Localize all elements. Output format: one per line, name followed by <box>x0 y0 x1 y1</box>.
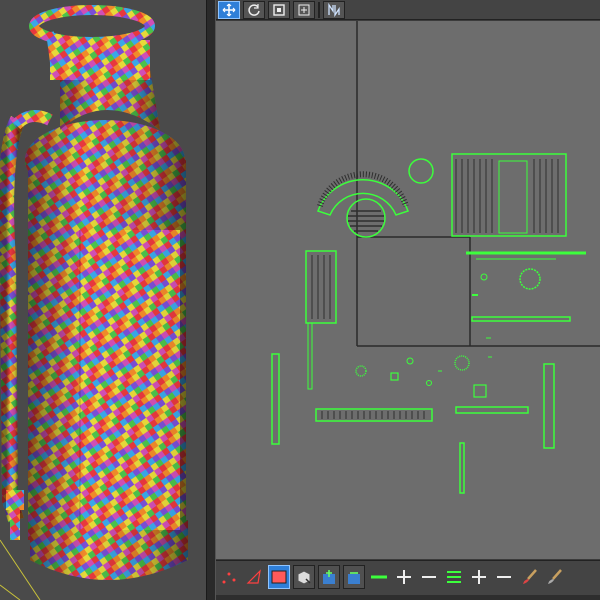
freeform-tool-button[interactable] <box>293 0 315 19</box>
paint-select-button[interactable] <box>518 565 540 589</box>
face-icon <box>271 570 287 584</box>
shrink-icon <box>348 572 360 584</box>
loop-select-button[interactable] <box>368 565 390 589</box>
toolbar-separator <box>318 1 320 18</box>
shrink-loop-button[interactable] <box>418 565 440 589</box>
brush-size-icon <box>548 569 562 584</box>
plus-icon <box>472 570 486 584</box>
shrink-selection-button[interactable] <box>343 565 365 589</box>
mirror-tool-button[interactable] <box>323 0 345 19</box>
brush-icon <box>523 569 537 584</box>
face-mode-button[interactable] <box>268 565 290 589</box>
rotate-tool-button[interactable] <box>243 0 265 19</box>
grow-loop-button[interactable] <box>393 565 415 589</box>
element-icon <box>297 570 311 585</box>
uv-editor-panel <box>216 0 600 600</box>
extinguisher-render <box>0 5 188 600</box>
uv-selection-toolbar <box>216 560 600 600</box>
plus-icon <box>397 570 411 584</box>
uv-status-strip <box>216 595 600 600</box>
grow-ring-button[interactable] <box>468 565 490 589</box>
ring-select-button[interactable] <box>443 565 465 589</box>
perspective-viewport[interactable] <box>0 0 206 600</box>
mirror-icon <box>328 2 340 17</box>
minus-icon <box>422 576 436 578</box>
edge-mode-button[interactable] <box>243 565 265 589</box>
edge-icon <box>246 569 261 584</box>
minus-icon <box>497 576 511 578</box>
move-tool-button[interactable] <box>218 0 240 19</box>
vertex-mode-button[interactable] <box>218 565 240 589</box>
grow-icon <box>323 570 335 584</box>
shrink-ring-button[interactable] <box>493 565 515 589</box>
move-icon <box>222 3 236 16</box>
grow-selection-button[interactable] <box>318 565 340 589</box>
rotate-icon <box>248 3 260 16</box>
uv-islands <box>271 153 586 494</box>
viewport-splitter[interactable] <box>206 0 216 600</box>
loop-icon <box>371 575 387 579</box>
app-window <box>0 0 600 600</box>
freeform-icon <box>298 4 310 15</box>
vertex-icon <box>222 572 236 584</box>
uv-layout <box>271 21 600 494</box>
ring-icon <box>447 571 461 583</box>
uv-transform-toolbar <box>216 0 600 20</box>
uv-canvas[interactable] <box>216 21 600 559</box>
element-mode-button[interactable] <box>293 565 315 589</box>
scale-icon <box>273 3 285 16</box>
scale-tool-button[interactable] <box>268 0 290 19</box>
brush-size-button[interactable] <box>543 565 565 589</box>
